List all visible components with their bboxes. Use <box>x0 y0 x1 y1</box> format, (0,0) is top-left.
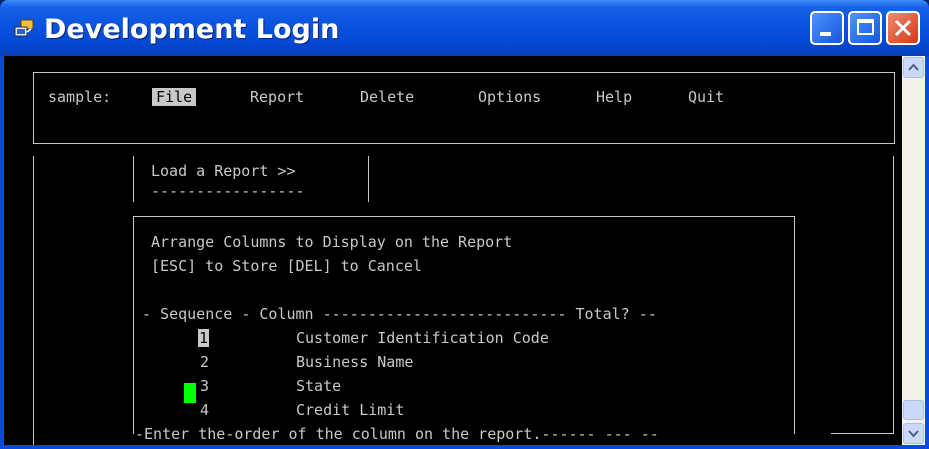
column-header: - Sequence - Column --------------------… <box>142 305 657 323</box>
chevron-up-icon <box>908 63 919 71</box>
menu-box <box>33 72 895 144</box>
window-frame-right <box>925 56 929 449</box>
column-name-3: State <box>296 377 342 395</box>
minimize-icon <box>820 32 831 36</box>
close-button[interactable] <box>886 11 920 45</box>
menu-item-delete[interactable]: Delete <box>360 88 414 106</box>
submenu-right-line <box>368 156 369 202</box>
submenu-left-line <box>133 156 134 202</box>
vertical-scrollbar[interactable] <box>902 56 925 445</box>
submenu-item-load-report[interactable]: Load a Report >> <box>151 162 296 180</box>
title-bar[interactable]: Development Login <box>0 0 929 56</box>
close-icon <box>894 19 912 37</box>
menu-item-help[interactable]: Help <box>596 88 632 106</box>
menu-item-options[interactable]: Options <box>478 88 541 106</box>
right-border <box>893 156 894 434</box>
terminal-screen[interactable]: sample: File Report Delete Options Help … <box>4 56 902 445</box>
chevron-down-icon <box>908 430 919 438</box>
maximize-button[interactable] <box>848 11 882 45</box>
dialog-keys-hint: [ESC] to Store [DEL] to Cancel <box>151 257 422 275</box>
menu-item-quit[interactable]: Quit <box>688 88 724 106</box>
column-name-2: Business Name <box>296 353 414 371</box>
sequence-input-2[interactable]: 2 <box>200 353 209 371</box>
sequence-input-3[interactable]: 3 <box>200 377 209 395</box>
menu-item-report[interactable]: Report <box>250 88 304 106</box>
dialog-instruction: Arrange Columns to Display on the Report <box>151 233 513 251</box>
window-frame-bottom <box>0 445 929 449</box>
app-icon <box>14 19 34 37</box>
maximize-icon <box>857 19 874 35</box>
scroll-up-button[interactable] <box>903 57 924 78</box>
window-title: Development Login <box>44 14 340 45</box>
sequence-input-1[interactable]: 1 <box>198 329 210 347</box>
minimize-button[interactable] <box>810 11 844 45</box>
status-prompt: -Enter the-order of the column on the re… <box>135 425 659 443</box>
text-cursor <box>184 383 196 403</box>
menu-item-file[interactable]: File <box>152 88 197 106</box>
scroll-down-button[interactable] <box>903 423 924 444</box>
column-name-1: Customer Identification Code <box>296 329 549 347</box>
bottom-right-rule <box>831 433 894 434</box>
scroll-thumb[interactable] <box>903 400 924 420</box>
submenu-underline: ----------------- <box>151 182 305 200</box>
window: Development Login sample: File Report De… <box>0 0 929 449</box>
column-name-4: Credit Limit <box>296 401 405 419</box>
left-border <box>33 156 34 445</box>
sequence-input-4[interactable]: 4 <box>200 401 209 419</box>
menu-prefix: sample: <box>48 88 112 106</box>
